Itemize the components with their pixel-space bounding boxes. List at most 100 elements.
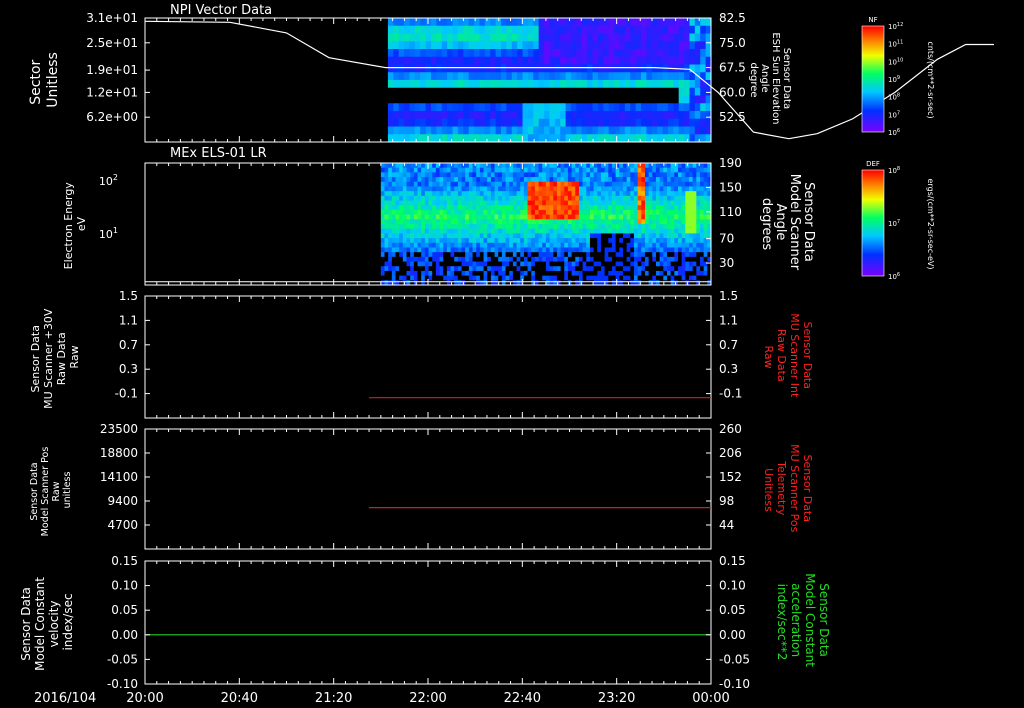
spectrogram-cell	[586, 214, 591, 220]
spectrogram-cell	[581, 72, 588, 81]
spectrogram-cell	[692, 200, 697, 206]
spectrogram-cell	[666, 214, 672, 220]
spectrogram-cell	[410, 266, 415, 272]
spectrogram-cell	[500, 56, 507, 65]
spectrogram-cell	[652, 242, 657, 248]
spectrogram-cell	[479, 80, 486, 89]
spectrogram-cell	[384, 228, 389, 234]
spectrogram-cell	[527, 163, 532, 169]
spectrogram-cell	[474, 80, 480, 89]
spectrogram-cell	[633, 200, 639, 206]
spectrogram-cell	[567, 172, 572, 178]
spectrogram-cell	[439, 205, 444, 211]
spectrogram-cell	[597, 64, 604, 73]
spectrogram-cell	[556, 228, 561, 234]
spectrogram-cell	[516, 172, 521, 178]
spectrogram-cell	[384, 224, 389, 230]
spectrogram-cell	[505, 247, 510, 253]
spectrogram-cell	[527, 64, 534, 73]
spectrogram-cell	[593, 270, 598, 277]
spectrogram-cell	[622, 163, 628, 169]
spectrogram-cell	[398, 33, 405, 42]
spectrogram-cell	[450, 219, 455, 225]
spectrogram-cell	[468, 41, 475, 50]
spectrogram-cell	[651, 72, 658, 81]
spectrogram-cell	[490, 200, 495, 206]
spectrogram-cell	[576, 103, 583, 112]
spectrogram-cell	[542, 200, 547, 206]
spectrogram-cell	[652, 163, 657, 169]
spectrogram-cell	[651, 49, 658, 58]
spectrogram-cell	[474, 72, 480, 81]
spectrogram-cell	[443, 275, 448, 281]
spectrogram-cell	[527, 72, 534, 81]
spectrogram-cell	[655, 242, 661, 248]
spectrogram-cell	[468, 205, 473, 211]
spectrogram-cell	[635, 64, 642, 73]
spectrogram-cell	[468, 266, 473, 272]
spectrogram-cell	[556, 172, 561, 178]
spectrogram-cell	[388, 275, 393, 281]
spectrogram-cell	[614, 41, 620, 50]
spectrogram-cell	[472, 177, 477, 183]
spectrogram-cell	[666, 191, 672, 197]
spectrogram-cell	[593, 224, 598, 230]
spectrogram-cell	[560, 266, 565, 272]
spectrogram-cell	[490, 72, 497, 81]
spectrogram-cell	[586, 252, 591, 258]
spectrogram-cell	[604, 224, 609, 230]
spectrogram-cell	[646, 49, 653, 58]
spectrogram-cell	[474, 118, 480, 127]
spectrogram-cell	[494, 228, 499, 234]
y-tick-label: 1.1	[119, 313, 138, 327]
spectrogram-cell	[635, 126, 642, 135]
spectrogram-cell	[483, 247, 488, 253]
spectrogram-cell	[393, 72, 400, 81]
spectrogram-cell	[648, 224, 653, 230]
spectrogram-cell	[476, 195, 481, 201]
spectrogram-cell	[570, 18, 577, 27]
spectrogram-cell	[622, 172, 628, 178]
spectrogram-cell	[428, 163, 433, 169]
spectrogram-cell	[391, 228, 396, 234]
spectrogram-cell	[542, 177, 547, 183]
spectrogram-cell	[512, 252, 517, 258]
spectrogram-cell	[483, 261, 488, 267]
spectrogram-cell	[452, 111, 459, 120]
spectrogram-cell	[635, 80, 642, 89]
spectrogram-cell	[511, 111, 518, 120]
spectrogram-cell	[465, 214, 470, 220]
colorbar2-unit: ergs/(cm**2-sr-sec-eV)	[926, 178, 935, 269]
spectrogram-cell	[512, 256, 517, 262]
spectrogram-cell	[688, 200, 694, 206]
spectrogram-cell	[696, 172, 701, 178]
spectrogram-cell	[516, 195, 521, 201]
spectrogram-cell	[694, 18, 701, 27]
spectrogram-cell	[640, 118, 647, 127]
spectrogram-cell	[630, 172, 635, 178]
spectrogram-cell	[380, 242, 385, 248]
spectrogram-cell	[670, 266, 675, 272]
spectrogram-cell	[633, 228, 639, 234]
spectrogram-cell	[490, 87, 497, 96]
spectrogram-cell	[667, 134, 674, 143]
spectrogram-cell	[641, 209, 646, 216]
spectrogram-cell	[560, 228, 565, 234]
spectrogram-cell	[384, 252, 389, 258]
spectrogram-cell	[630, 111, 637, 120]
spectrogram-cell	[472, 224, 477, 230]
spectrogram-cell	[688, 195, 694, 201]
spectrogram-cell	[402, 214, 407, 220]
spectrogram-cell	[432, 252, 437, 258]
spectrogram-cell	[659, 275, 664, 281]
spectrogram-cell	[531, 167, 536, 173]
spectrogram-cell	[545, 238, 550, 244]
spectrogram-cell	[694, 56, 701, 65]
spectrogram-cell	[560, 181, 565, 187]
spectrogram-cell	[641, 200, 646, 206]
spectrogram-cell	[406, 238, 411, 244]
spectrogram-cell	[622, 266, 628, 272]
y-tick-label: 150	[719, 180, 742, 194]
spectrogram-cell	[413, 167, 418, 173]
spectrogram-cell	[468, 195, 473, 201]
